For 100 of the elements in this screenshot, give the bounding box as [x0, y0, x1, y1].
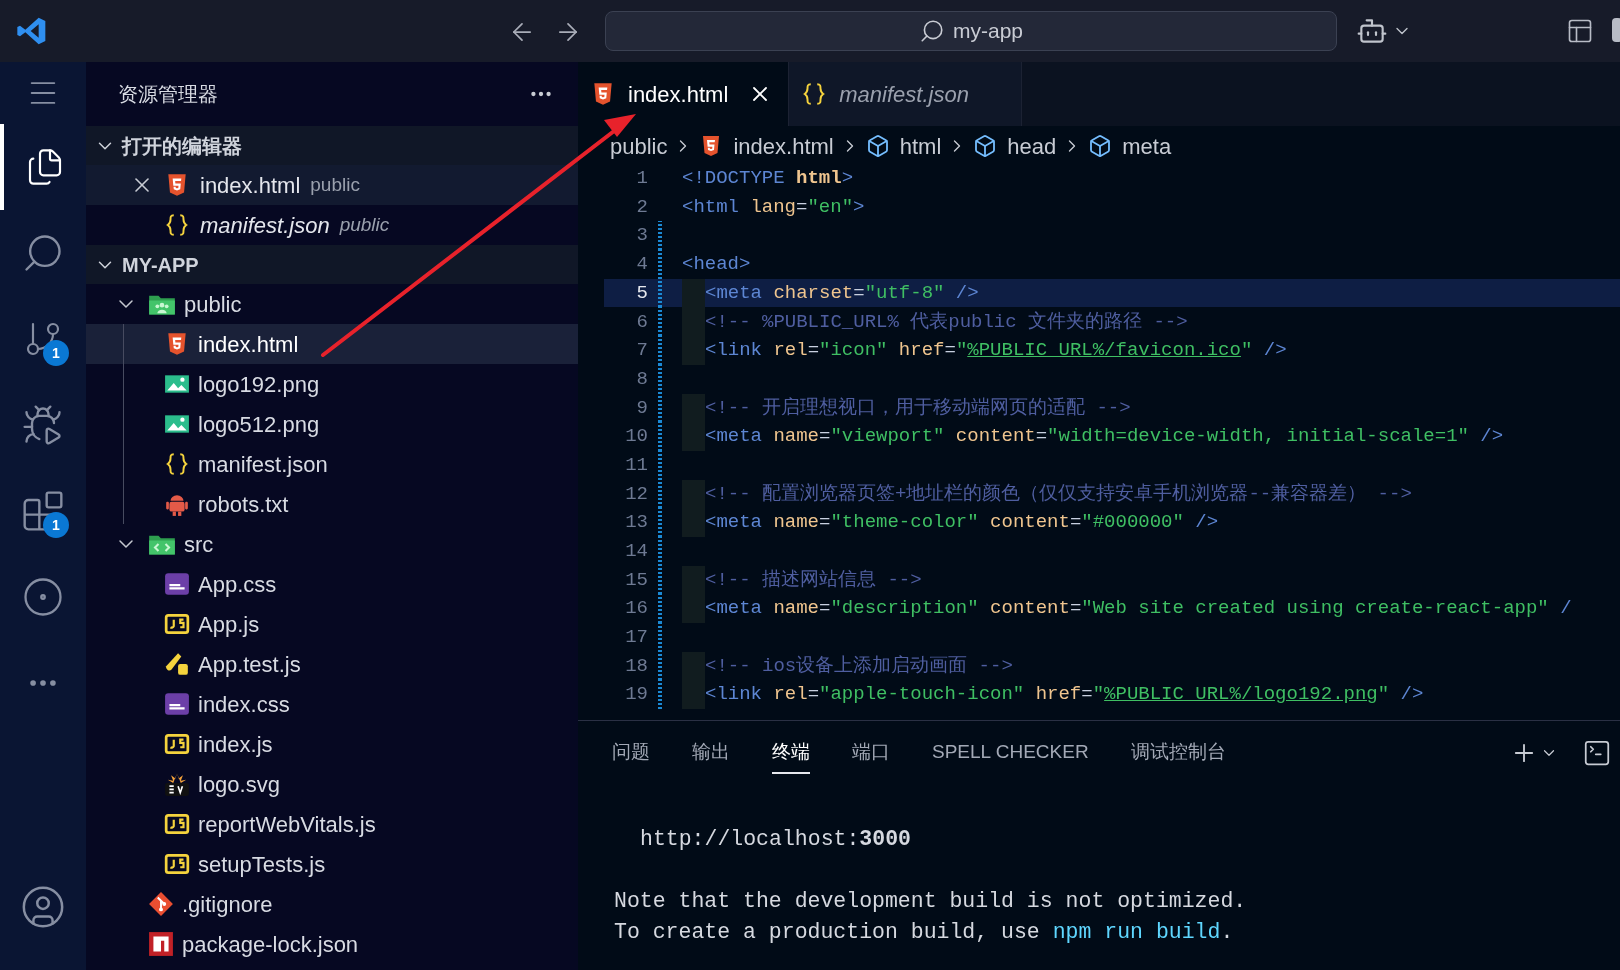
folder-hint: public	[339, 212, 390, 237]
section-header[interactable]: MY-APP	[86, 245, 578, 284]
file-item[interactable]: reportWebVitals.js	[86, 804, 578, 844]
js-file-icon	[164, 811, 190, 837]
notification-badge: 1	[43, 340, 69, 366]
code-line: <meta name="theme-color" content="#000000" />	[705, 510, 1219, 536]
flask-icon	[164, 651, 190, 677]
search-text: my-app	[953, 18, 1023, 45]
terminal-line: http://localhost:3000	[640, 827, 911, 851]
app-logo	[16, 15, 48, 47]
line-number: 18	[624, 653, 648, 679]
cube-icon	[973, 134, 998, 158]
account-icon[interactable]	[20, 884, 66, 930]
editor-tab[interactable]: manifest.json	[789, 62, 1022, 126]
open-editor-item[interactable]: manifest.json public	[86, 205, 578, 245]
breadcrumb-item[interactable]: meta	[1088, 129, 1172, 163]
folder-item[interactable]: src	[86, 524, 578, 564]
file-item[interactable]: package-lock.json	[86, 924, 578, 964]
code-line: <meta charset="utf-8" />	[705, 280, 979, 306]
breadcrumb-item[interactable]: public	[610, 129, 668, 163]
file-name: index.html	[200, 171, 301, 200]
code-line: <head>	[682, 252, 751, 278]
notification-badge: 1	[43, 512, 69, 538]
line-number: 6	[635, 309, 648, 335]
panel-tab[interactable]: SPELL CHECKER	[932, 731, 1089, 775]
line-number: 7	[635, 338, 648, 364]
line-number: 8	[635, 366, 648, 392]
terminal-line: Note that the development build is not optimized.	[614, 889, 1247, 913]
code-line: <meta name="viewport" content="width=device-width, initial-scale=1" />	[705, 424, 1504, 450]
braces-icon	[164, 212, 190, 238]
svg-file-icon	[164, 771, 190, 797]
file-item[interactable]: App.js	[86, 604, 578, 644]
line-number: 11	[624, 452, 648, 478]
file-name: manifest.json	[200, 211, 330, 240]
line-number: 4	[635, 252, 648, 278]
folder-hint: public	[310, 172, 360, 197]
file-item[interactable]: manifest.json	[86, 444, 578, 484]
line-number: 16	[624, 596, 648, 622]
code-line: <html lang="en">	[682, 194, 865, 220]
line-number: 19	[624, 682, 648, 708]
js-file-icon	[164, 851, 190, 877]
line-number: 13	[624, 510, 648, 536]
code-line: <!-- 配置浏览器页签+地址栏的颜色（仅仅支持安卓手机浏览器--兼容器差） -->	[705, 481, 1412, 507]
css-file-icon	[164, 691, 190, 717]
braces-icon	[164, 451, 190, 477]
file-item[interactable]: index.html	[86, 324, 578, 364]
file-item[interactable]: logo.svg	[86, 764, 578, 804]
code-line: <!-- 开启理想视口，用于移动端网页的适配 -->	[705, 395, 1131, 421]
panel-tab[interactable]: 端口	[852, 731, 890, 775]
line-number: 12	[624, 481, 648, 507]
file-item[interactable]: App.test.js	[86, 644, 578, 684]
line-number: 10	[624, 424, 648, 450]
code-line: <!DOCTYPE html>	[682, 166, 854, 192]
file-item[interactable]: robots.txt	[86, 484, 578, 524]
file-item[interactable]: logo512.png	[86, 404, 578, 444]
target-icon[interactable]	[22, 576, 64, 618]
code-line: <!-- %PUBLIC_URL% 代表public 文件夹的路径 -->	[705, 309, 1188, 335]
breadcrumb-item[interactable]: head	[973, 129, 1057, 163]
css-file-icon	[164, 571, 190, 597]
breadcrumb-item[interactable]: index.html	[699, 129, 834, 163]
line-number: 17	[624, 625, 648, 651]
git-icon	[148, 891, 174, 917]
code-line: <!-- 描述网站信息 -->	[705, 567, 922, 593]
command-search-field[interactable]: my-app	[605, 11, 1337, 51]
code-line: <link rel="icon" href="%PUBLIC_URL%/favicon.ico" />	[705, 338, 1287, 364]
terminal[interactable]: http://localhost:3000 Note that the development build is not optimized. To create a production build, use npm run build.	[578, 785, 1620, 970]
open-editor-item[interactable]: index.html public	[86, 165, 578, 205]
panel-toggle-icon[interactable]	[1612, 18, 1620, 42]
line-number: 5	[635, 280, 648, 306]
sidebar-title: 资源管理器	[118, 82, 218, 107]
file-item[interactable]: setupTests.js	[86, 844, 578, 884]
line-number: 3	[635, 223, 648, 249]
code-line: <meta name="description" content="Web site created using create-react-app" /	[705, 596, 1572, 622]
line-number: 14	[624, 539, 648, 565]
js-file-icon	[164, 731, 190, 757]
file-item[interactable]: logo192.png	[86, 364, 578, 404]
panel-tab[interactable]: 输出	[692, 731, 730, 775]
file-item[interactable]: .gitignore	[86, 884, 578, 924]
line-number: 9	[635, 395, 648, 421]
folder-item[interactable]: public	[86, 284, 578, 324]
line-number: 15	[624, 567, 648, 593]
panel-tab[interactable]: 终端	[772, 731, 810, 775]
npm-icon	[148, 931, 174, 957]
line-number: 2	[635, 194, 648, 220]
file-item[interactable]: index.css	[86, 684, 578, 724]
section-header[interactable]: 打开的编辑器	[86, 126, 578, 165]
panel-tab[interactable]: 调试控制台	[1130, 731, 1226, 775]
search-icon	[919, 18, 945, 44]
editor-tab[interactable]: index.html	[578, 62, 790, 126]
code-line: <link rel="apple-touch-icon" href="%PUBLIC_URL%/logo192.png" />	[705, 682, 1424, 708]
code-line: <!-- ios设备上添加启动画面 -->	[705, 653, 1013, 679]
terminal-icon[interactable]	[1582, 738, 1612, 768]
file-item[interactable]: index.js	[86, 724, 578, 764]
terminal-line: To create a production build, use npm run build.	[614, 920, 1234, 944]
cube-icon	[865, 134, 890, 158]
file-item[interactable]: App.css	[86, 564, 578, 604]
breadcrumb-item[interactable]: html	[865, 129, 942, 163]
panel-tab[interactable]: 问题	[612, 731, 650, 775]
js-file-icon	[164, 611, 190, 637]
layout-icon[interactable]	[1566, 17, 1594, 45]
